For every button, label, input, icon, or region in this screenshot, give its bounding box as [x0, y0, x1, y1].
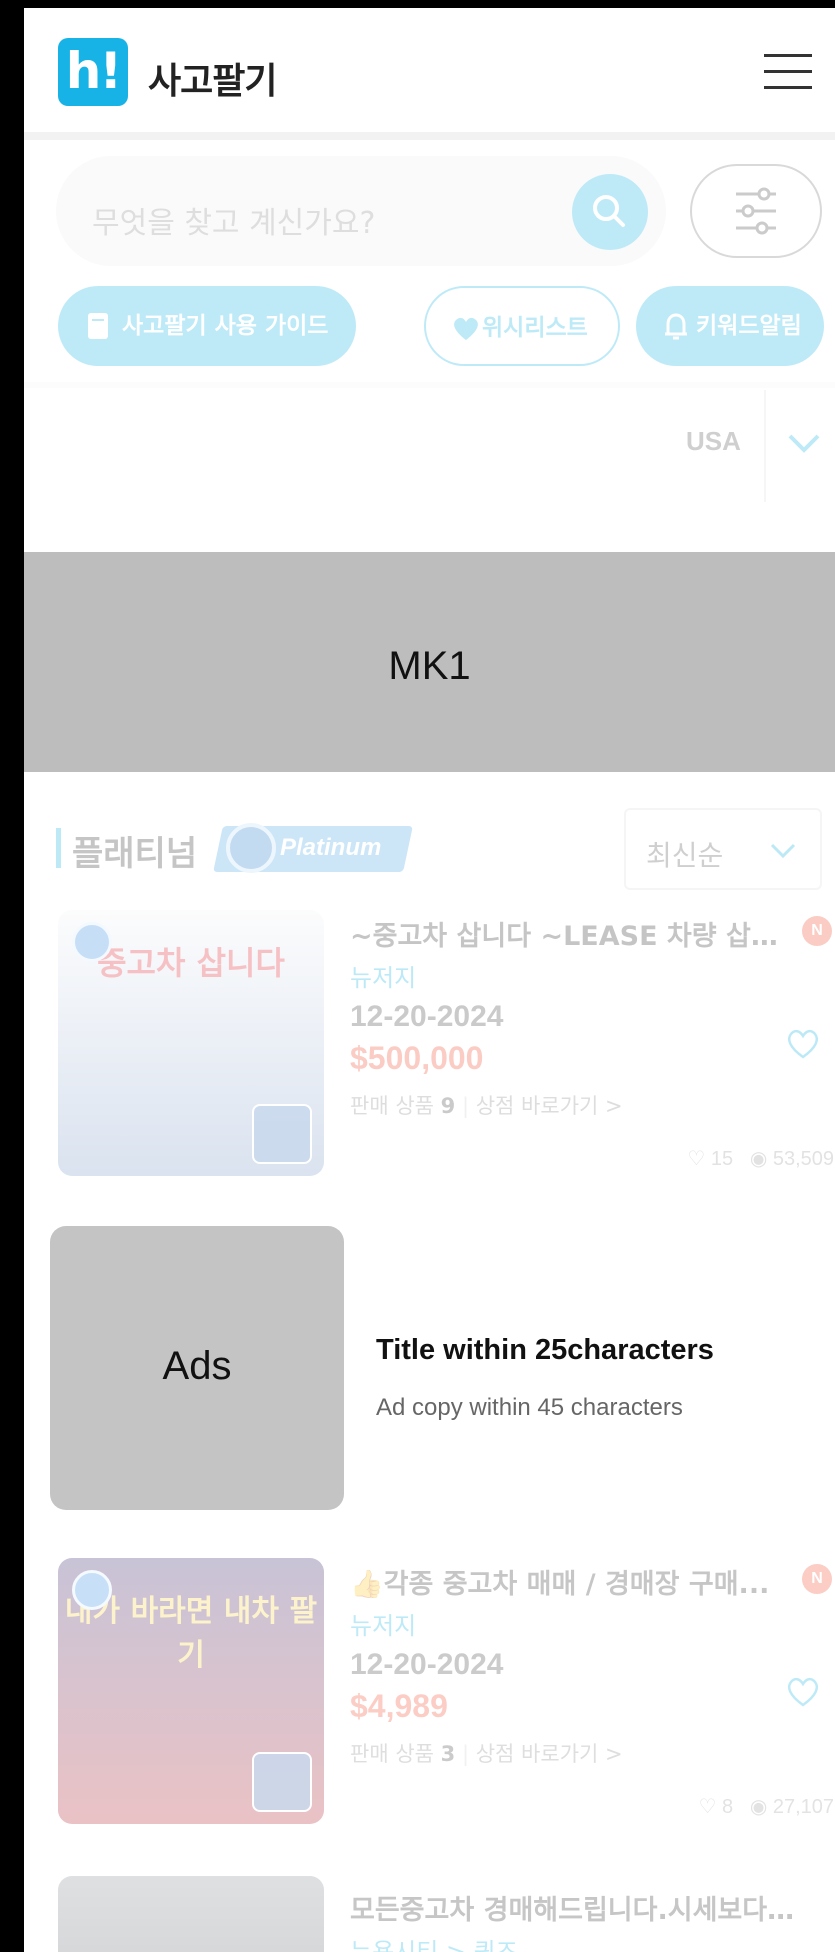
ad-copy: Ad copy within 45 characters	[376, 1394, 683, 1421]
wishlist-heart-icon[interactable]	[784, 1674, 822, 1708]
header-divider	[24, 132, 835, 140]
listing-item[interactable]: 내가 바라면 내차 팔기 👍각종 중고차 매매 / 경매장 구매... N 뉴저…	[24, 1558, 835, 1838]
listing-item[interactable]: 중고차 삽니다 ~중고차 삽니다 ~LEASE 차량 삽... N 뉴저지 12…	[24, 910, 835, 1190]
like-icon: ♡	[698, 1796, 717, 1818]
shop-prefix: 판매 상품	[350, 1094, 434, 1118]
listing-thumbnail[interactable]	[58, 1876, 324, 1952]
ad-title[interactable]: Title within 25characters	[376, 1334, 714, 1367]
device-frame: h! 사고팔기 무엇을 찾고 계신가요? 사고팔기 사용 가이드 위시리스트 키…	[0, 0, 835, 1952]
listing-thumbnail[interactable]: 내가 바라면 내차 팔기	[58, 1558, 324, 1824]
sort-label: 최신순	[646, 839, 724, 872]
shop-prefix: 판매 상품	[350, 1742, 434, 1766]
listing-price: $4,989	[350, 1688, 448, 1724]
wishlist-chip[interactable]: 위시리스트	[424, 286, 620, 366]
region-separator	[764, 390, 766, 502]
search-placeholder: 무엇을 찾고 계신가요?	[92, 206, 376, 241]
listing-stats: ♡ 8 ◉ 27,107	[644, 1794, 834, 1819]
wishlist-heart-icon[interactable]	[784, 1026, 822, 1060]
keyword-alert-chip[interactable]: 키워드알림	[636, 286, 824, 366]
listing-location: 뉴저지	[350, 964, 417, 992]
search-icon	[593, 195, 625, 227]
new-badge: N	[802, 916, 832, 946]
shop-link[interactable]: 상점 바로가기 >	[476, 1742, 623, 1766]
keyword-alert-chip-label: 키워드알림	[696, 313, 802, 339]
shop-count: 3	[440, 1742, 456, 1766]
chevron-down-icon[interactable]	[784, 428, 824, 458]
section-accent-bar	[56, 828, 61, 868]
listing-date: 12-20-2024	[350, 1000, 504, 1033]
region-label: USA	[686, 426, 741, 456]
platinum-mark-icon	[72, 1570, 112, 1610]
shop-icon	[252, 1104, 312, 1164]
chevron-down-icon	[770, 843, 796, 859]
listing-stats: ♡ 15 ◉ 53,509	[644, 1146, 834, 1171]
heart-icon	[454, 317, 478, 340]
mk1-label: MK1	[388, 644, 471, 688]
guide-chip-label: 사고팔기 사용 가이드	[122, 313, 329, 339]
diamond-icon	[226, 823, 276, 873]
app-header: h! 사고팔기	[24, 8, 835, 132]
view-count: 27,107	[772, 1796, 834, 1818]
listing-title[interactable]: 모든중고차 경매해드립니다.시세보다 ...	[350, 1888, 800, 1927]
ad-image[interactable]: Ads	[50, 1226, 344, 1510]
brand-name: 사고팔기	[148, 61, 277, 102]
wishlist-chip-label: 위시리스트	[482, 315, 588, 341]
listing-price: $500,000	[350, 1040, 484, 1076]
view-icon: ◉	[749, 1796, 768, 1818]
filter-button[interactable]	[690, 164, 822, 258]
shop-info[interactable]: 판매 상품 3 | 상점 바로가기 >	[350, 1738, 623, 1768]
shop-link[interactable]: 상점 바로가기 >	[476, 1094, 623, 1118]
listing-title[interactable]: ~중고차 삽니다 ~LEASE 차량 삽...	[350, 914, 780, 953]
listing-title[interactable]: 👍각종 중고차 매매 / 경매장 구매...	[350, 1562, 780, 1601]
platinum-mark-icon	[72, 922, 112, 962]
logo[interactable]: h!	[58, 38, 128, 106]
view-count: 53,509	[772, 1148, 834, 1170]
section-title: 플래티넘	[72, 834, 198, 874]
hamburger-icon[interactable]	[764, 50, 816, 94]
ad-label: Ads	[162, 1344, 232, 1388]
new-badge: N	[802, 1564, 832, 1594]
sliders-icon	[736, 187, 776, 235]
shop-icon	[252, 1752, 312, 1812]
listing-thumbnail[interactable]: 중고차 삽니다	[58, 910, 324, 1176]
platinum-badge-label: Platinum	[280, 834, 382, 861]
like-count: 15	[710, 1148, 734, 1170]
listing-date: 12-20-2024	[350, 1648, 504, 1681]
guide-chip[interactable]: 사고팔기 사용 가이드	[58, 286, 356, 366]
listing-location: 뉴욕시티 > 퀸즈	[350, 1938, 518, 1952]
mk1-banner[interactable]: MK1	[24, 552, 835, 772]
like-count: 8	[722, 1796, 734, 1818]
bell-icon	[665, 313, 687, 340]
search-button[interactable]	[572, 174, 648, 250]
guide-book-icon	[88, 313, 108, 339]
view-icon: ◉	[749, 1148, 768, 1170]
shop-info[interactable]: 판매 상품 9 | 상점 바로가기 >	[350, 1090, 623, 1120]
app-screen: h! 사고팔기 무엇을 찾고 계신가요? 사고팔기 사용 가이드 위시리스트 키…	[24, 8, 835, 1952]
shop-count: 9	[440, 1094, 456, 1118]
listing-location: 뉴저지	[350, 1612, 417, 1640]
like-icon: ♡	[687, 1148, 706, 1170]
